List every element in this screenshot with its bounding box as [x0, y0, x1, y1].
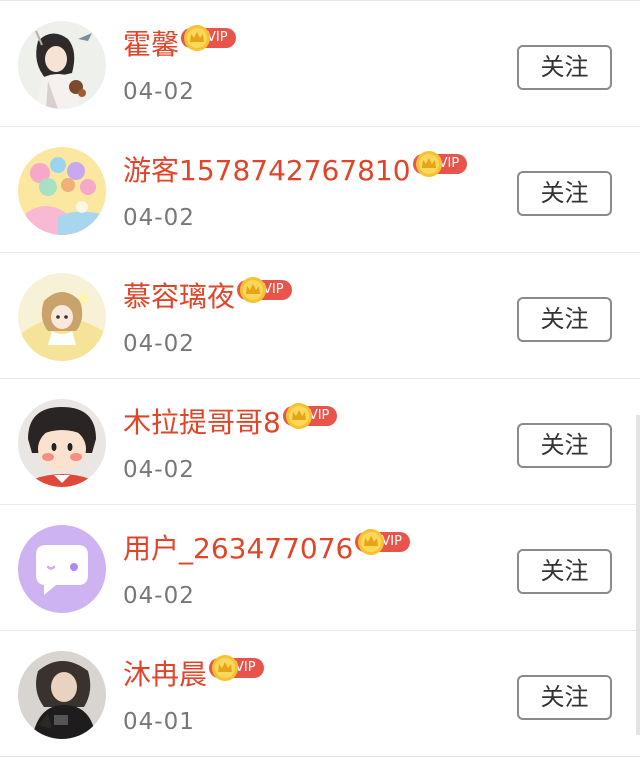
list-item[interactable]: 沐冉晨 VIP 04-01 关注 [0, 631, 640, 757]
follow-date: 04-02 [123, 331, 195, 357]
lollipop-avatar-icon [18, 147, 106, 235]
user-name[interactable]: 沐冉晨 [123, 655, 207, 695]
follow-button[interactable]: 关注 [517, 297, 612, 342]
user-name[interactable]: 木拉提哥哥8 [123, 403, 281, 443]
list-item[interactable]: 用户_263477076 VIP 04-02 关注 [0, 505, 640, 631]
list-item[interactable]: 游客1578742767810 VIP 04-02 关注 [0, 127, 640, 253]
user-list: 霍馨 VIP 04-02 关注 游客1578742767810 VIP 04-0… [0, 0, 640, 757]
avatar[interactable] [18, 147, 106, 235]
follow-date: 04-02 [123, 79, 195, 105]
follow-date: 04-02 [123, 583, 195, 609]
crown-icon [285, 402, 313, 430]
avatar[interactable] [18, 525, 106, 613]
name-line: 游客1578742767810 VIP [123, 150, 468, 191]
follow-button[interactable]: 关注 [517, 45, 612, 90]
scrollbar[interactable] [636, 415, 640, 735]
default-chat-avatar-icon [18, 525, 106, 613]
vip-badge: VIP [237, 276, 292, 304]
crown-icon [357, 528, 385, 556]
user-name[interactable]: 用户_263477076 [123, 529, 353, 569]
crown-icon [183, 24, 211, 52]
name-line: 霍馨 VIP [123, 25, 236, 65]
name-line: 木拉提哥哥8 VIP [123, 402, 338, 443]
follow-button[interactable]: 关注 [517, 423, 612, 468]
follow-button[interactable]: 关注 [517, 171, 612, 216]
cartoon-girl-avatar-icon [18, 399, 106, 487]
crown-icon [211, 654, 239, 682]
vip-badge: VIP [412, 150, 468, 178]
name-line: 沐冉晨 VIP [123, 655, 264, 695]
follow-date: 04-01 [123, 709, 195, 735]
avatar[interactable] [18, 21, 106, 109]
follow-button[interactable]: 关注 [517, 675, 612, 720]
user-name[interactable]: 慕容璃夜 [123, 277, 235, 317]
follow-date: 04-02 [123, 457, 195, 483]
avatar[interactable] [18, 651, 106, 739]
vip-badge: VIP [181, 24, 236, 52]
vip-badge: VIP [209, 654, 264, 682]
follow-date: 04-02 [123, 205, 195, 231]
follow-button[interactable]: 关注 [517, 549, 612, 594]
list-item[interactable]: 霍馨 VIP 04-02 关注 [0, 1, 640, 127]
vip-badge: VIP [282, 402, 338, 430]
avatar[interactable] [18, 273, 106, 361]
crown-icon [415, 150, 443, 178]
user-name[interactable]: 游客1578742767810 [123, 151, 411, 191]
name-line: 用户_263477076 VIP [123, 529, 410, 569]
name-line: 慕容璃夜 VIP [123, 277, 292, 317]
ancient-girl-avatar-icon [18, 21, 106, 109]
crown-icon [239, 276, 267, 304]
list-item[interactable]: 慕容璃夜 VIP 04-02 关注 [0, 253, 640, 379]
vip-badge: VIP [355, 528, 410, 556]
photo-person-avatar-icon [18, 651, 106, 739]
anime-girl-yellow-avatar-icon [18, 273, 106, 361]
avatar[interactable] [18, 399, 106, 487]
user-name[interactable]: 霍馨 [123, 25, 179, 65]
list-item[interactable]: 木拉提哥哥8 VIP 04-02 关注 [0, 379, 640, 505]
